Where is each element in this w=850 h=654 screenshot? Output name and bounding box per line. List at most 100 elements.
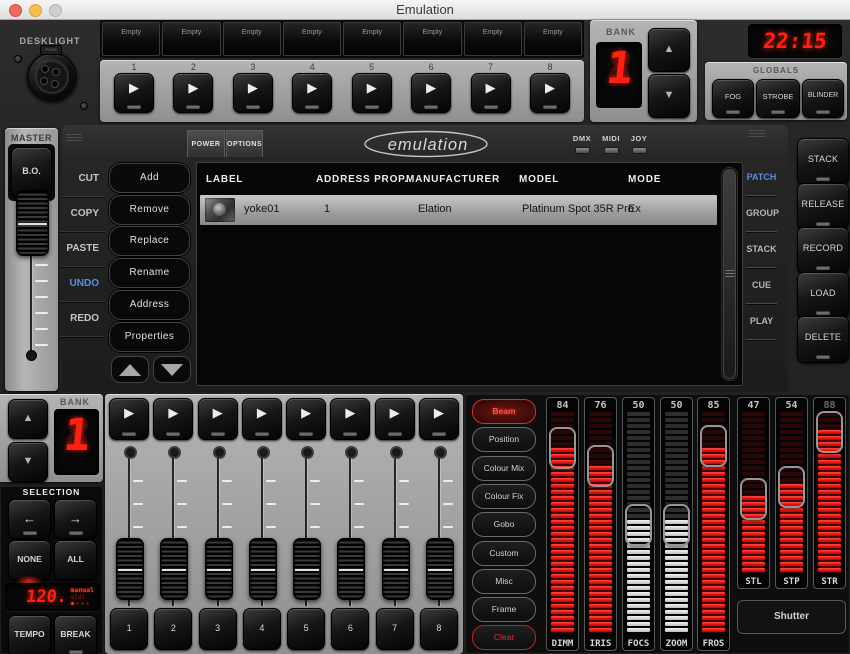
table-row[interactable]: yoke01 1 Elation Platinum Spot 35R Pro E…: [200, 195, 717, 225]
meter-fader-handle[interactable]: [816, 411, 843, 453]
shutter-button[interactable]: Shutter: [737, 600, 846, 634]
bank-play-button[interactable]: ▶: [292, 73, 332, 113]
record-button[interactable]: RECORD: [797, 227, 849, 274]
playback-play-button[interactable]: ▶: [198, 398, 238, 440]
fog-button[interactable]: FOG: [712, 79, 754, 118]
bank-play-button[interactable]: ▶: [471, 73, 511, 113]
fader-handle[interactable]: [337, 538, 365, 600]
playback-play-button[interactable]: ▶: [286, 398, 326, 440]
fader-number-button[interactable]: 6: [331, 608, 369, 650]
view-tab-stack[interactable]: STACK: [746, 232, 777, 268]
delete-button[interactable]: DELETE: [797, 316, 849, 363]
category-clear-button[interactable]: Clear: [472, 625, 536, 650]
bottom-bank-up-button[interactable]: ▲: [8, 399, 48, 439]
meter-segment: [702, 538, 725, 542]
playback-play-button[interactable]: ▶: [153, 398, 193, 440]
fader-number-button[interactable]: 3: [199, 608, 237, 650]
tempo-button[interactable]: TEMPO: [8, 615, 51, 654]
category-frame-button[interactable]: Frame: [472, 597, 536, 622]
view-tab-group[interactable]: GROUP: [746, 196, 777, 232]
fader-number-button[interactable]: 5: [287, 608, 325, 650]
fader-number-button[interactable]: 4: [243, 608, 281, 650]
category-colour-fix-button[interactable]: Colour Fix: [472, 484, 536, 509]
patch-replace-button[interactable]: Replace: [109, 226, 190, 256]
bank-play-button[interactable]: ▶: [530, 73, 570, 113]
empty-preset-button[interactable]: Empty: [162, 22, 220, 56]
patch-add-button[interactable]: Add: [109, 163, 190, 193]
bank-play-button[interactable]: ▶: [233, 73, 273, 113]
playback-play-button[interactable]: ▶: [419, 398, 459, 440]
select-previous-button[interactable]: ←: [8, 499, 51, 539]
fader-handle[interactable]: [293, 538, 321, 600]
edit-tab-cut[interactable]: CUT: [60, 162, 105, 197]
category-misc-button[interactable]: Misc: [472, 569, 536, 594]
playback-play-button[interactable]: ▶: [109, 398, 149, 440]
patch-remove-button[interactable]: Remove: [109, 195, 190, 225]
fader-number-button[interactable]: 8: [420, 608, 458, 650]
master-fader-handle[interactable]: [16, 190, 49, 256]
fader-handle[interactable]: [205, 538, 233, 600]
edit-tab-undo[interactable]: UNDO: [60, 267, 105, 302]
meter-fader-handle[interactable]: [625, 504, 652, 546]
strobe-button[interactable]: STROBE: [756, 79, 800, 118]
patch-scroll-up-button[interactable]: [111, 356, 149, 383]
category-position-button[interactable]: Position: [472, 427, 536, 452]
break-button[interactable]: BREAK: [54, 615, 97, 654]
category-beam-button[interactable]: Beam: [472, 399, 536, 424]
fader-number-button[interactable]: 1: [110, 608, 148, 650]
meter-fader-handle[interactable]: [700, 425, 727, 467]
patch-properties-button[interactable]: Properties: [109, 322, 190, 352]
select-next-button[interactable]: →: [54, 499, 97, 539]
options-tab[interactable]: OPTIONS: [226, 130, 263, 157]
blinder-button[interactable]: BLINDER: [802, 79, 844, 118]
bank-down-button[interactable]: ▼: [648, 74, 690, 118]
patch-address-button[interactable]: Address: [109, 290, 190, 320]
view-tab-play[interactable]: PLAY: [746, 304, 777, 340]
edit-tab-copy[interactable]: COPY: [60, 197, 105, 232]
bank-play-button[interactable]: ▶: [411, 73, 451, 113]
fader-handle[interactable]: [116, 538, 144, 600]
view-tab-cue[interactable]: CUE: [746, 268, 777, 304]
edit-tab-redo[interactable]: REDO: [60, 302, 105, 337]
bank-up-button[interactable]: ▲: [648, 28, 690, 72]
stack-button[interactable]: STACK: [797, 138, 849, 185]
empty-preset-button[interactable]: Empty: [283, 22, 341, 56]
select-none-button[interactable]: NONE: [8, 540, 51, 580]
patch-rename-button[interactable]: Rename: [109, 258, 190, 288]
bank-play-button[interactable]: ▶: [352, 73, 392, 113]
empty-preset-button[interactable]: Empty: [223, 22, 281, 56]
category-colour-mix-button[interactable]: Colour Mix: [472, 456, 536, 481]
empty-preset-button[interactable]: Empty: [524, 22, 582, 56]
meter-fader-handle[interactable]: [740, 478, 767, 520]
edit-tab-paste[interactable]: PASTE: [60, 232, 105, 267]
bank-play-button[interactable]: ▶: [173, 73, 213, 113]
fader-handle[interactable]: [160, 538, 188, 600]
playback-play-button[interactable]: ▶: [242, 398, 282, 440]
fader-number-button[interactable]: 7: [376, 608, 414, 650]
meter-fader-handle[interactable]: [587, 445, 614, 487]
bottom-bank-down-button[interactable]: ▼: [8, 442, 48, 482]
empty-preset-button[interactable]: Empty: [464, 22, 522, 56]
meter-fader-handle[interactable]: [778, 466, 805, 508]
fader-number-button[interactable]: 2: [154, 608, 192, 650]
view-tab-patch[interactable]: PATCH: [746, 160, 777, 196]
bank-play-button[interactable]: ▶: [114, 73, 154, 113]
fader-handle[interactable]: [426, 538, 454, 600]
load-button[interactable]: LOAD: [797, 272, 849, 319]
category-gobo-button[interactable]: Gobo: [472, 512, 536, 537]
patch-scroll-down-button[interactable]: [153, 356, 191, 383]
playback-play-button[interactable]: ▶: [375, 398, 415, 440]
empty-preset-button[interactable]: Empty: [102, 22, 160, 56]
select-all-button[interactable]: ALL: [54, 540, 97, 580]
category-custom-button[interactable]: Custom: [472, 541, 536, 566]
scrollbar-thumb[interactable]: [723, 169, 736, 379]
fader-handle[interactable]: [249, 538, 277, 600]
empty-preset-button[interactable]: Empty: [403, 22, 461, 56]
power-tab[interactable]: POWER: [187, 130, 225, 157]
playback-play-button[interactable]: ▶: [330, 398, 370, 440]
meter-fader-handle[interactable]: [549, 427, 576, 469]
fader-handle[interactable]: [382, 538, 410, 600]
meter-fader-handle[interactable]: [663, 504, 690, 546]
empty-preset-button[interactable]: Empty: [343, 22, 401, 56]
release-button[interactable]: RELEASE: [797, 183, 849, 230]
